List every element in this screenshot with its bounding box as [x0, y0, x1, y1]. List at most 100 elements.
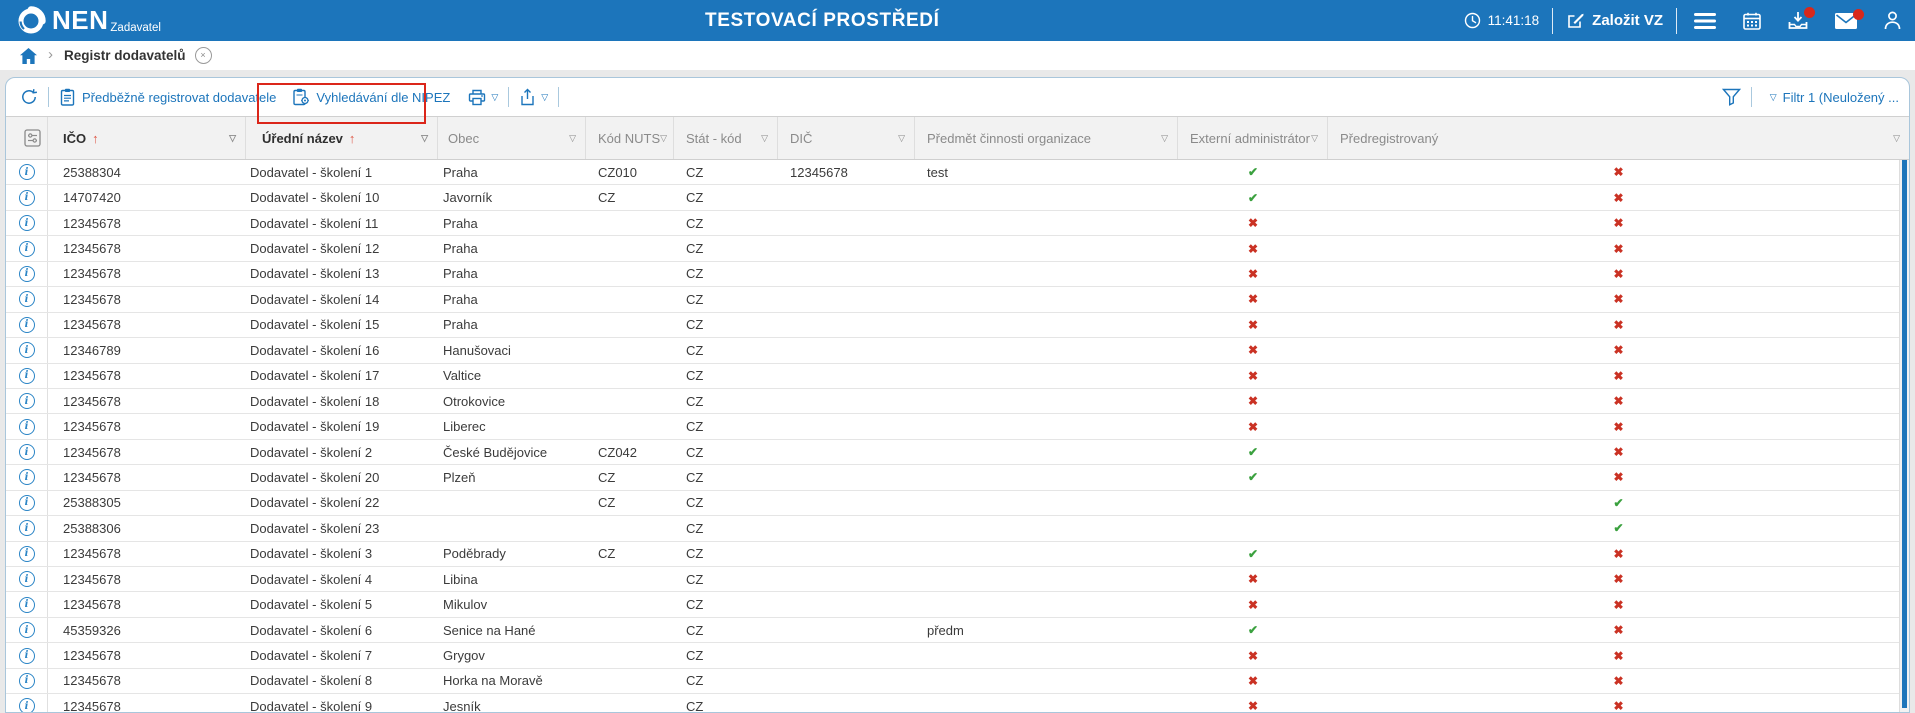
- cell-predmet-cinnosti: předm: [915, 618, 1178, 642]
- info-icon[interactable]: i: [19, 495, 35, 511]
- preregister-supplier-button[interactable]: Předběžně registrovat dodavatele: [59, 88, 276, 106]
- table-row[interactable]: i12345678Dodavatel - školení 17ValticeCZ…: [6, 364, 1909, 389]
- create-vz-button[interactable]: Založit VZ: [1592, 12, 1663, 29]
- filter-triangle-icon[interactable]: ▽: [1161, 133, 1168, 144]
- scrollbar-thumb[interactable]: [1902, 160, 1907, 708]
- refresh-button[interactable]: [20, 88, 38, 106]
- table-row[interactable]: i12345678Dodavatel - školení 8Horka na M…: [6, 669, 1909, 694]
- close-tab-icon[interactable]: ×: [195, 47, 212, 64]
- info-icon[interactable]: i: [19, 673, 35, 689]
- table-row[interactable]: i12345678Dodavatel - školení 5MikulovCZ✖…: [6, 592, 1909, 617]
- table-row[interactable]: i12345678Dodavatel - školení 12PrahaCZ✖✖: [6, 236, 1909, 261]
- filter-triangle-icon[interactable]: ▽: [421, 133, 428, 144]
- table-row[interactable]: i25388305Dodavatel - školení 22CZCZ✔: [6, 491, 1909, 516]
- cross-icon: ✖: [1613, 623, 1623, 637]
- table-row[interactable]: i14707420Dodavatel - školení 10JavorníkC…: [6, 185, 1909, 210]
- info-icon[interactable]: i: [19, 291, 35, 307]
- row-detail-cell: i: [6, 440, 48, 464]
- table-row[interactable]: i12345678Dodavatel - školení 13PrahaCZ✖✖: [6, 262, 1909, 287]
- info-icon[interactable]: i: [19, 597, 35, 613]
- cell-uredni-nazev: Dodavatel - školení 19: [246, 414, 438, 438]
- table-row[interactable]: i12345678Dodavatel - školení 4LibinaCZ✖✖: [6, 567, 1909, 592]
- info-icon[interactable]: i: [19, 317, 35, 333]
- brand-name: NEN: [52, 0, 108, 41]
- table-row[interactable]: i12345678Dodavatel - školení 20PlzeňCZCZ…: [6, 465, 1909, 490]
- table-row[interactable]: i12346789Dodavatel - školení 16Hanušovac…: [6, 338, 1909, 363]
- cell-uredni-nazev: Dodavatel - školení 15: [246, 313, 438, 337]
- filter-dropdown-icon[interactable]: ▽: [1770, 92, 1777, 103]
- user-icon[interactable]: [1884, 11, 1901, 30]
- column-header-stat-kod[interactable]: Stát - kód ▽: [674, 117, 778, 159]
- column-header-dic[interactable]: DIČ ▽: [778, 117, 915, 159]
- calendar-icon[interactable]: [1743, 12, 1761, 30]
- info-icon[interactable]: i: [19, 444, 35, 460]
- column-header-obec[interactable]: Obec ▽: [438, 117, 586, 159]
- hamburger-menu-icon[interactable]: [1694, 13, 1716, 29]
- filter-triangle-icon[interactable]: ▽: [761, 133, 768, 144]
- table-row[interactable]: i12345678Dodavatel - školení 7GrygovCZ✖✖: [6, 643, 1909, 668]
- cell-dic: [778, 694, 915, 713]
- info-icon[interactable]: i: [19, 546, 35, 562]
- table-row[interactable]: i12345678Dodavatel - školení 14PrahaCZ✖✖: [6, 287, 1909, 312]
- cell-stat-kod: CZ: [674, 185, 778, 209]
- filter-triangle-icon[interactable]: ▽: [660, 133, 667, 144]
- export-button[interactable]: ▽: [519, 88, 548, 106]
- table-row[interactable]: i12345678Dodavatel - školení 19LiberecCZ…: [6, 414, 1909, 439]
- column-header-ico[interactable]: IČO↑ ▽: [48, 117, 246, 159]
- filter-triangle-icon[interactable]: ▽: [569, 133, 576, 144]
- info-icon[interactable]: i: [19, 190, 35, 206]
- column-settings-button[interactable]: [6, 117, 48, 159]
- column-header-predmet-cinnosti[interactable]: Předmět činnosti organizace ▽: [915, 117, 1178, 159]
- cell-uredni-nazev: Dodavatel - školení 18: [246, 389, 438, 413]
- nipez-search-button[interactable]: Vyhledávání dle NIPEZ: [292, 88, 450, 106]
- filter-funnel-icon[interactable]: [1722, 88, 1741, 106]
- table-row[interactable]: i12345678Dodavatel - školení 18Otrokovic…: [6, 389, 1909, 414]
- table-row[interactable]: i12345678Dodavatel - školení 2České Budě…: [6, 440, 1909, 465]
- info-icon[interactable]: i: [19, 266, 35, 282]
- table-row[interactable]: i45359326Dodavatel - školení 6Senice na …: [6, 618, 1909, 643]
- column-header-predregistrovany[interactable]: Předregistrovaný ▽: [1328, 117, 1909, 159]
- info-icon[interactable]: i: [19, 571, 35, 587]
- info-icon[interactable]: i: [19, 698, 35, 713]
- info-icon[interactable]: i: [19, 520, 35, 536]
- table-row[interactable]: i12345678Dodavatel - školení 3PoděbradyC…: [6, 542, 1909, 567]
- info-icon[interactable]: i: [19, 342, 35, 358]
- info-icon[interactable]: i: [19, 164, 35, 180]
- column-header-kod-nuts[interactable]: Kód NUTS ▽: [586, 117, 674, 159]
- print-dropdown-icon[interactable]: ▽: [491, 92, 498, 103]
- vertical-scrollbar[interactable]: [1899, 160, 1909, 712]
- filter-triangle-icon[interactable]: ▽: [229, 133, 236, 144]
- table-row[interactable]: i12345678Dodavatel - školení 15PrahaCZ✖✖: [6, 313, 1909, 338]
- cell-obec: Javorník: [438, 185, 586, 209]
- column-header-uredni-nazev[interactable]: Úřední název↑ ▽: [246, 117, 438, 159]
- table-row[interactable]: i12345678Dodavatel - školení 11PrahaCZ✖✖: [6, 211, 1909, 236]
- info-icon[interactable]: i: [19, 241, 35, 257]
- active-filter-label[interactable]: Filtr 1 (Neuložený ...: [1783, 90, 1899, 105]
- info-icon[interactable]: i: [19, 215, 35, 231]
- mail-icon[interactable]: [1835, 13, 1857, 29]
- row-detail-cell: i: [6, 211, 48, 235]
- brand-logo[interactable]: NEN Zadavatel: [16, 0, 161, 41]
- filter-triangle-icon[interactable]: ▽: [1893, 133, 1900, 144]
- info-icon[interactable]: i: [19, 419, 35, 435]
- info-icon[interactable]: i: [19, 622, 35, 638]
- table-row[interactable]: i25388306Dodavatel - školení 23CZ✔: [6, 516, 1909, 541]
- column-header-externi-administrator[interactable]: Externí administrátor ▽: [1178, 117, 1328, 159]
- filter-triangle-icon[interactable]: ▽: [1311, 133, 1318, 144]
- table-row[interactable]: i12345678Dodavatel - školení 9JesníkCZ✖✖: [6, 694, 1909, 713]
- cell-uredni-nazev: Dodavatel - školení 1: [246, 160, 438, 184]
- info-icon[interactable]: i: [19, 393, 35, 409]
- table-row[interactable]: i25388304Dodavatel - školení 1PrahaCZ010…: [6, 160, 1909, 185]
- export-dropdown-icon[interactable]: ▽: [541, 92, 548, 103]
- info-icon[interactable]: i: [19, 368, 35, 384]
- cell-dic: 12345678: [778, 160, 915, 184]
- info-icon[interactable]: i: [19, 648, 35, 664]
- breadcrumb-tab-label[interactable]: Registr dodavatelů: [64, 48, 186, 63]
- info-icon[interactable]: i: [19, 469, 35, 485]
- print-button[interactable]: ▽: [468, 89, 498, 106]
- filter-triangle-icon[interactable]: ▽: [898, 133, 905, 144]
- download-tray-icon[interactable]: [1788, 11, 1808, 30]
- cross-icon: ✖: [1613, 369, 1623, 383]
- column-settings-icon: [24, 129, 41, 147]
- home-icon[interactable]: [20, 48, 37, 64]
